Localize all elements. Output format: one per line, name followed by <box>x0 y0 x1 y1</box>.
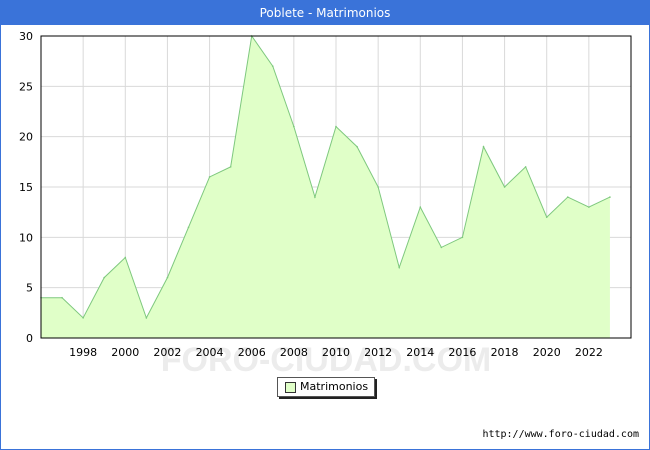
data-point <box>503 186 506 188</box>
x-tick-label: 2010 <box>322 346 350 359</box>
y-tick-label: 5 <box>26 282 33 295</box>
source-url: http://www.foro-ciudad.com <box>482 429 639 440</box>
data-point <box>271 65 274 67</box>
data-point <box>166 276 169 279</box>
data-point <box>314 196 316 198</box>
data-point <box>356 145 358 148</box>
y-tick-label: 15 <box>19 181 33 194</box>
data-point <box>377 186 379 188</box>
data-point <box>461 236 464 239</box>
data-point <box>61 296 63 299</box>
data-point <box>335 125 337 128</box>
x-tick-label: 1998 <box>69 346 97 359</box>
x-tick-label: 2006 <box>238 346 266 359</box>
y-tick-label: 0 <box>26 332 33 345</box>
x-tick-label: 2014 <box>406 346 434 359</box>
data-point <box>103 276 106 279</box>
x-tick-label: 2000 <box>111 346 139 359</box>
data-point <box>588 206 590 208</box>
y-tick-label: 30 <box>19 30 33 43</box>
x-tick-label: 2004 <box>196 346 224 359</box>
x-tick-label: 2018 <box>491 346 519 359</box>
legend-label-matrimonios: Matrimonios <box>300 380 369 393</box>
y-tick-label: 10 <box>19 231 33 244</box>
chart-window: Poblete - Matrimonios FORO-CIUDAD.COM 19… <box>0 0 650 450</box>
data-point <box>545 216 548 218</box>
data-point <box>566 196 569 198</box>
data-point <box>229 166 232 168</box>
x-tick-label: 2020 <box>533 346 561 359</box>
x-tick-label: 2012 <box>364 346 392 359</box>
y-tick-label: 25 <box>19 80 33 93</box>
y-tick-label: 20 <box>19 131 33 144</box>
data-point <box>208 176 211 178</box>
data-point <box>419 206 422 208</box>
data-point <box>609 196 611 198</box>
data-point <box>145 317 148 319</box>
data-point <box>187 226 190 229</box>
x-tick-label: 2022 <box>575 346 603 359</box>
data-point <box>293 125 295 128</box>
data-point <box>124 256 127 259</box>
data-point <box>82 317 84 319</box>
legend: Matrimonios <box>277 377 375 397</box>
x-tick-label: 2002 <box>153 346 181 359</box>
x-tick-label: 2016 <box>448 346 476 359</box>
data-point <box>440 246 443 249</box>
legend-swatch-matrimonios <box>285 382 296 393</box>
data-point <box>398 266 401 269</box>
data-point <box>482 145 485 148</box>
x-tick-label: 2008 <box>280 346 308 359</box>
data-point <box>524 166 527 168</box>
